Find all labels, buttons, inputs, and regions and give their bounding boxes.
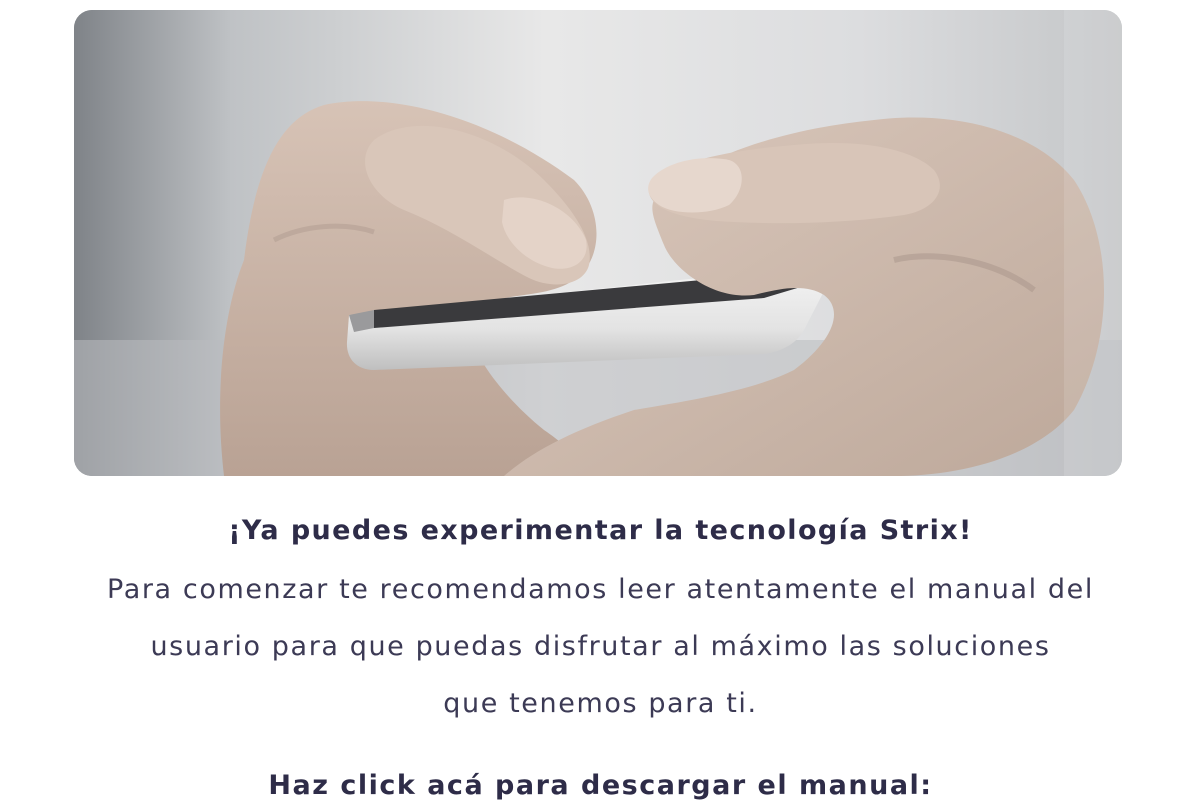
body-line-3: que tenemos para ti. xyxy=(443,688,758,719)
download-manual-link[interactable]: Haz click acá para descargar el manual: xyxy=(0,770,1201,801)
page: ¡Ya puedes experimentar la tecnología St… xyxy=(0,0,1201,812)
body-line-2: usuario para que puedas disfrutar al máx… xyxy=(150,631,1051,662)
headline: ¡Ya puedes experimentar la tecnología St… xyxy=(228,515,973,546)
hands-holding-smartphone-photo xyxy=(74,10,1122,476)
body-line-1: Para comenzar te recomendamos leer atent… xyxy=(107,574,1094,605)
hero-photo xyxy=(74,10,1122,476)
